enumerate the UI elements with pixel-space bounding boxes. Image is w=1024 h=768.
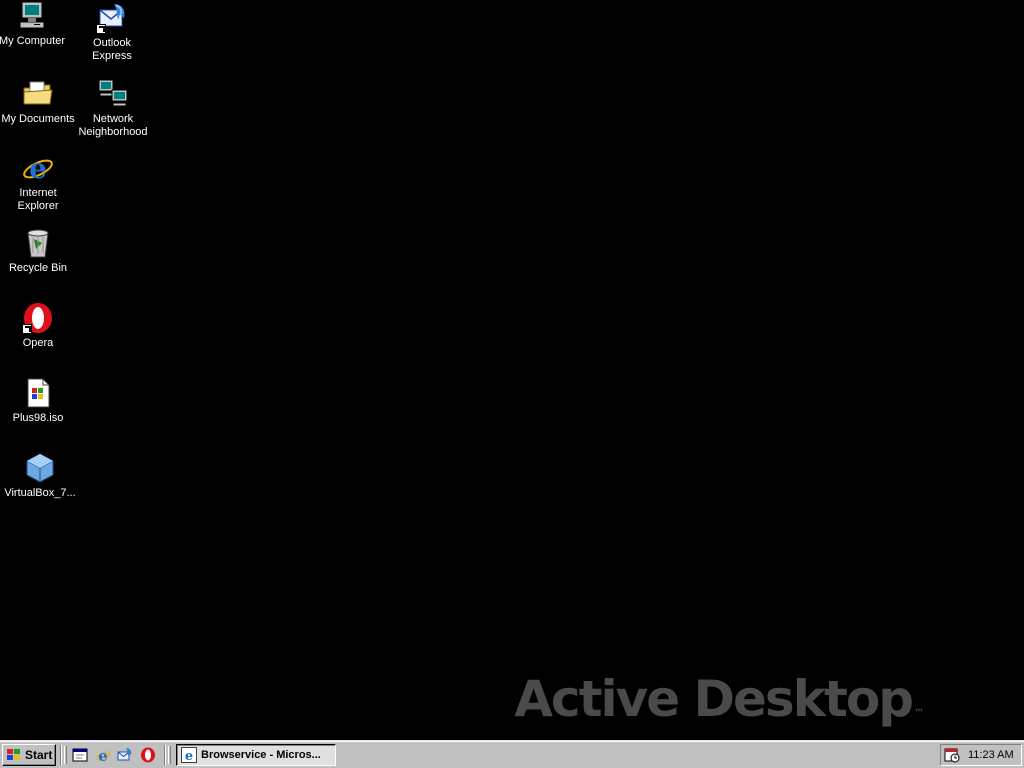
clock[interactable]: 11:23 AM	[968, 749, 1014, 761]
shortcut-arrow-icon	[22, 324, 32, 334]
opera-icon	[22, 302, 54, 334]
task-button-label: Browservice - Micros...	[201, 749, 321, 761]
desktop-icon-my-computer[interactable]: My Computer	[0, 0, 70, 48]
desktop-icon-label: Plus98.iso	[12, 412, 64, 424]
desktop-icon-network-neighborhood[interactable]: Network Neighborhood	[74, 78, 152, 139]
desktop-icon-label: Outlook Express	[92, 37, 132, 62]
virtualbox-icon	[24, 452, 56, 484]
desktop-icon-recycle-bin[interactable]: Recycle Bin	[0, 227, 76, 275]
outlook-express-icon	[96, 2, 128, 34]
desktop-icon-virtualbox[interactable]: VirtualBox_7...	[2, 452, 78, 500]
active-desktop-watermark: Active Desktop ™	[514, 664, 924, 749]
task-area-grip[interactable]	[168, 746, 171, 764]
watermark-text: Active Desktop	[514, 670, 914, 728]
task-button-browservice[interactable]: e Browservice - Micros...	[176, 744, 336, 766]
desktop-icon-label: Network Neighborhood	[78, 113, 148, 138]
computer-icon	[16, 0, 48, 32]
desktop-icon-plus98-iso[interactable]: Plus98.iso	[0, 377, 76, 425]
desktop-icon-label: VirtualBox_7...	[4, 487, 76, 499]
start-label: Start	[25, 748, 53, 762]
watermark-trademark: ™	[914, 708, 924, 719]
desktop-icon-opera[interactable]: Opera	[0, 302, 76, 350]
quick-launch-grip[interactable]	[64, 746, 67, 764]
iso-file-icon	[22, 377, 54, 409]
shortcut-arrow-icon	[96, 24, 106, 34]
quick-launch-opera[interactable]	[140, 747, 156, 763]
desktop: My Computer Outlook Express My Documents	[0, 0, 1024, 740]
desktop-icon-label: Internet Explorer	[17, 187, 59, 212]
outlook-express-icon	[117, 748, 132, 761]
system-tray: 11:23 AM	[940, 744, 1022, 766]
folder-icon	[22, 78, 54, 110]
desktop-icon-outlook-express[interactable]: Outlook Express	[74, 2, 150, 63]
svg-text:e: e	[29, 152, 47, 184]
desktop-icon-my-documents[interactable]: My Documents	[0, 78, 76, 126]
taskbar-divider	[60, 745, 62, 765]
taskbar-divider	[164, 745, 166, 765]
show-desktop-icon	[72, 748, 88, 762]
quick-launch-internet-explorer[interactable]: e	[95, 747, 111, 763]
recycle-bin-icon	[22, 227, 54, 259]
task-scheduler-icon[interactable]	[944, 747, 960, 763]
internet-explorer-icon: e	[181, 747, 197, 763]
windows-logo-icon	[7, 749, 20, 760]
desktop-icon-label: My Computer	[0, 35, 66, 47]
desktop-icon-label: Recycle Bin	[8, 262, 68, 274]
svg-text:e: e	[185, 749, 193, 763]
start-button[interactable]: Start	[2, 744, 56, 766]
desktop-icon-label: My Documents	[1, 113, 75, 125]
desktop-icon-internet-explorer[interactable]: e Internet Explorer	[0, 152, 76, 213]
taskbar: Start e e Browservice - Micros... 11:23 …	[0, 740, 1024, 768]
network-icon	[97, 78, 129, 110]
quick-launch-outlook-express[interactable]	[117, 747, 133, 763]
quick-launch-show-desktop[interactable]	[72, 747, 88, 763]
internet-explorer-icon: e	[95, 747, 111, 763]
desktop-icon-label: Opera	[22, 337, 54, 349]
internet-explorer-icon: e	[22, 152, 54, 184]
svg-text:e: e	[98, 747, 108, 763]
opera-icon	[141, 747, 155, 763]
